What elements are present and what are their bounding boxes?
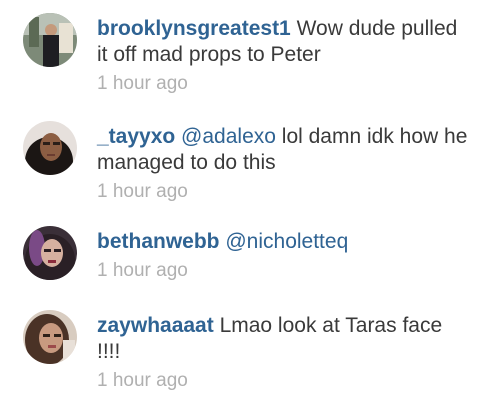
- comment-username[interactable]: zaywhaaaat: [97, 314, 214, 337]
- comment-timestamp: 1 hour ago: [97, 181, 188, 202]
- avatar-photo-icon: [23, 226, 77, 280]
- avatar[interactable]: [23, 310, 77, 364]
- avatar[interactable]: [23, 13, 77, 67]
- comment-timestamp: 1 hour ago: [97, 73, 188, 94]
- comment-username[interactable]: _tayyxo: [97, 125, 175, 148]
- comment-mention[interactable]: @nicholetteq: [220, 230, 348, 253]
- comment-text: bethanwebb @nicholetteq: [97, 229, 469, 255]
- comment-timestamp: 1 hour ago: [97, 260, 188, 281]
- comment-timestamp: 1 hour ago: [97, 370, 188, 391]
- comment-text: brooklynsgreatest1 Wow dude pulled it of…: [97, 16, 469, 68]
- avatar-photo-icon: [23, 13, 77, 67]
- comment-mention[interactable]: @adalexo: [175, 125, 276, 148]
- comment-list: brooklynsgreatest1 Wow dude pulled it of…: [0, 0, 480, 401]
- comment-username[interactable]: brooklynsgreatest1: [97, 17, 291, 40]
- comment-text: _tayyxo @adalexo lol damn idk how he man…: [97, 124, 469, 176]
- avatar-photo-icon: [23, 121, 77, 175]
- comment-username[interactable]: bethanwebb: [97, 230, 220, 253]
- avatar[interactable]: [23, 121, 77, 175]
- avatar-photo-icon: [23, 310, 77, 364]
- avatar[interactable]: [23, 226, 77, 280]
- comment-text: zaywhaaaat Lmao look at Taras face !!!!: [97, 313, 469, 365]
